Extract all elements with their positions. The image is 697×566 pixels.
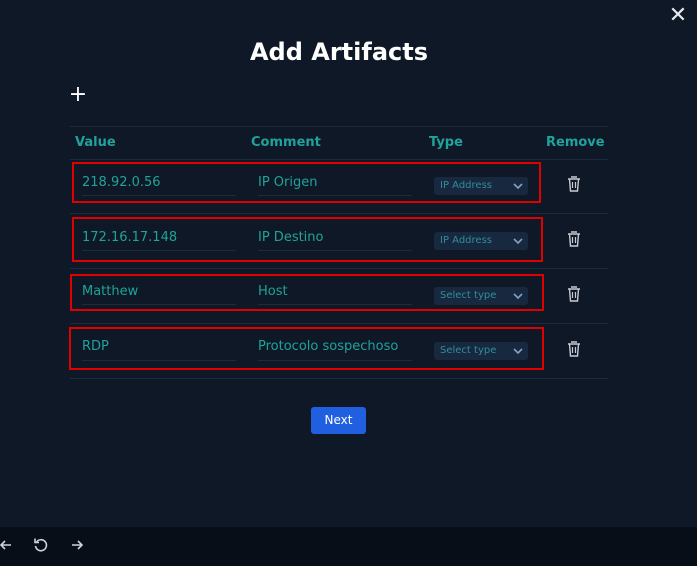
value-field-underline (82, 360, 236, 361)
type-select-value: Select type (440, 345, 497, 356)
bottom-toolbar (0, 527, 697, 566)
type-select-value: IP Address (440, 235, 492, 246)
artifact-comment[interactable]: IP Origen (258, 175, 317, 190)
table-header: Value Comment Type Remove (70, 126, 608, 160)
trash-icon[interactable] (566, 175, 582, 193)
type-select[interactable]: Select type (434, 287, 528, 305)
artifact-value[interactable]: 172.16.17.148 (82, 230, 177, 245)
chevron-down-icon (513, 348, 523, 355)
type-select[interactable]: Select type (434, 342, 528, 360)
value-field-underline (82, 195, 236, 196)
add-artifacts-dialog: ✕ Add Artifacts + Value Comment Type Rem… (0, 0, 697, 566)
type-select-value: IP Address (440, 180, 492, 191)
artifact-value[interactable]: RDP (82, 339, 109, 354)
trash-icon[interactable] (566, 285, 582, 303)
table-row: Matthew Host Select type (70, 269, 608, 324)
artifact-comment[interactable]: IP Destino (258, 230, 324, 245)
artifact-value[interactable]: 218.92.0.56 (82, 175, 161, 190)
header-type: Type (429, 135, 463, 150)
type-select[interactable]: IP Address (434, 232, 528, 250)
comment-field-underline (258, 195, 412, 196)
arrow-right-icon[interactable] (68, 536, 86, 554)
chevron-down-icon (513, 183, 523, 190)
artifact-comment[interactable]: Protocolo sospechoso (258, 339, 398, 354)
value-field-underline (82, 250, 236, 251)
value-field-underline (82, 304, 236, 305)
trash-icon[interactable] (566, 230, 582, 248)
artifact-comment[interactable]: Host (258, 284, 288, 299)
comment-field-underline (258, 360, 412, 361)
table-row: RDP Protocolo sospechoso Select type (69, 324, 608, 379)
comment-field-underline (258, 304, 412, 305)
table-row: 218.92.0.56 IP Origen IP Address (70, 159, 608, 214)
arrow-left-icon[interactable] (0, 536, 15, 554)
header-value: Value (75, 135, 116, 150)
trash-icon[interactable] (566, 340, 582, 358)
plus-icon[interactable]: + (68, 84, 88, 106)
type-select-value: Select type (440, 290, 497, 301)
page-title: Add Artifacts (249, 38, 429, 66)
header-remove: Remove (546, 135, 605, 150)
type-select[interactable]: IP Address (434, 177, 528, 195)
chevron-down-icon (513, 293, 523, 300)
refresh-icon[interactable] (32, 536, 50, 554)
artifact-value[interactable]: Matthew (82, 284, 138, 299)
header-comment: Comment (251, 135, 321, 150)
table-row: 172.16.17.148 IP Destino IP Address (70, 214, 608, 269)
comment-field-underline (258, 250, 412, 251)
next-button[interactable]: Next (311, 407, 366, 434)
chevron-down-icon (513, 238, 523, 245)
close-icon[interactable]: ✕ (668, 5, 688, 27)
